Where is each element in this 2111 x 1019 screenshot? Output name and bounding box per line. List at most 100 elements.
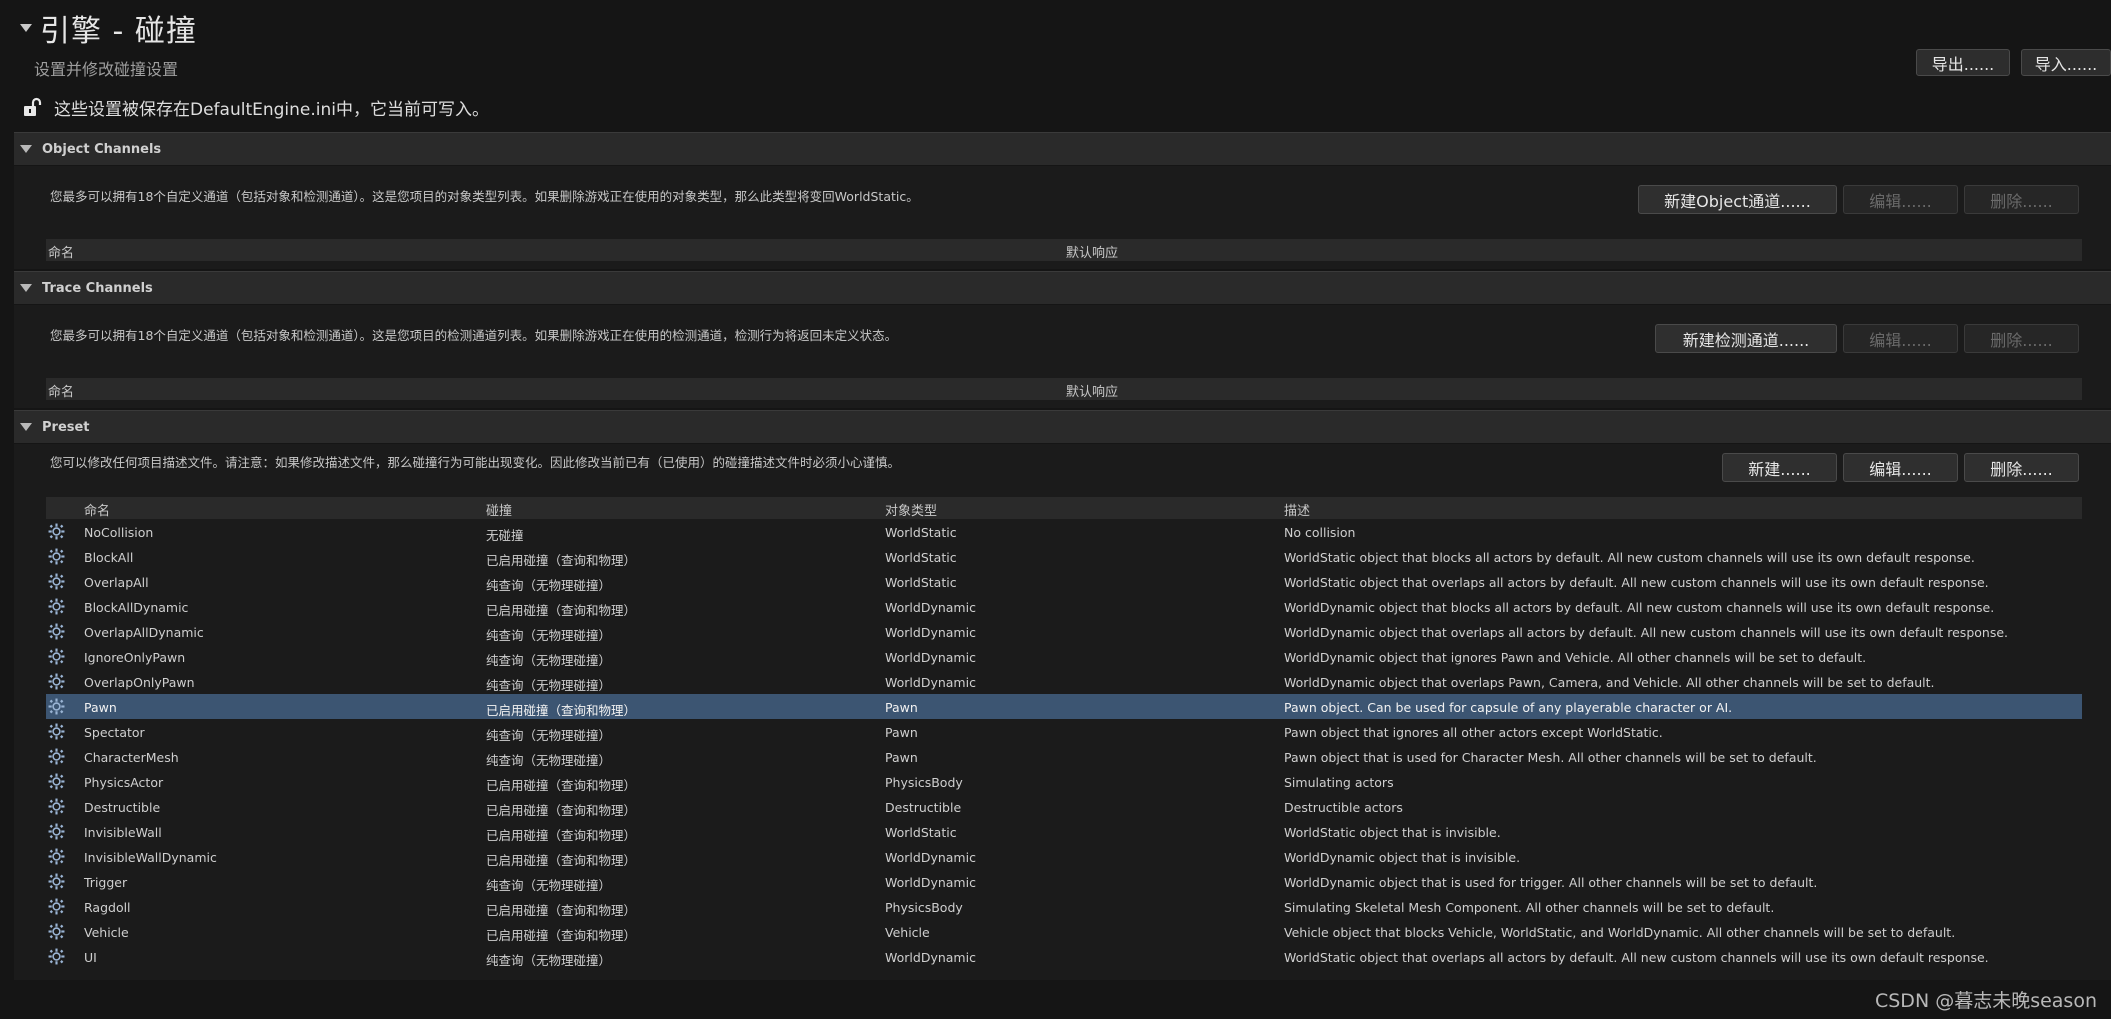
collision-preset-icon [48, 773, 65, 790]
preset-collision-cell: 纯查询（无物理碰撞） [486, 728, 612, 743]
preset-name-cell: InvisibleWallDynamic [84, 850, 217, 865]
table-row[interactable]: IgnoreOnlyPawn 纯查询（无物理碰撞） WorldDynamic Worl… [46, 644, 2082, 669]
preset-description-cell: No collision [1284, 525, 1356, 540]
table-row[interactable]: UI 纯查询（无物理碰撞） WorldDynamic WorldStatic obje… [46, 944, 2082, 969]
preset-object-type-cell: WorldDynamic [885, 950, 976, 965]
preset-collision-cell: 已启用碰撞（查询和物理） [486, 778, 637, 793]
preset-name-cell: UI [84, 950, 97, 965]
collision-preset-icon [48, 523, 65, 540]
preset-object-type-cell: WorldDynamic [885, 875, 976, 890]
preset-description-cell: WorldDynamic object that overlaps Pawn, … [1284, 675, 1935, 690]
column-object-type[interactable]: 对象类型 [885, 500, 937, 519]
table-row[interactable]: BlockAll 已启用碰撞（查询和物理） WorldStatic WorldStat… [46, 544, 2082, 569]
column-name[interactable]: 命名 [48, 242, 74, 261]
collision-preset-icon [48, 748, 65, 765]
collapse-arrow-icon[interactable] [20, 24, 32, 32]
column-name[interactable]: 命名 [48, 381, 74, 400]
table-row[interactable]: Ragdoll 已启用碰撞（查询和物理） PhysicsBody Simulating… [46, 894, 2082, 919]
preset-table-header: 命名 碰撞 对象类型 描述 [46, 497, 2082, 519]
table-row[interactable]: OverlapOnlyPawn 纯查询（无物理碰撞） WorldDynamic Wor… [46, 669, 2082, 694]
preset-description-cell: Vehicle object that blocks Vehicle, Worl… [1284, 925, 1956, 940]
preset-name-cell: Destructible [84, 800, 161, 815]
preset-collision-cell: 纯查询（无物理碰撞） [486, 878, 612, 893]
table-row[interactable]: Vehicle 已启用碰撞（查询和物理） Vehicle Vehicle object… [46, 919, 2082, 944]
preset-collision-cell: 纯查询（无物理碰撞） [486, 578, 612, 593]
preset-name-cell: Vehicle [84, 925, 129, 940]
collision-preset-icon [48, 923, 65, 940]
table-row[interactable]: Pawn 已启用碰撞（查询和物理） Pawn Pawn object. Can be … [46, 694, 2082, 719]
preset-description-cell: WorldStatic object that is invisible. [1284, 825, 1501, 840]
preset-description-cell: Pawn object. Can be used for capsule of … [1284, 700, 1733, 715]
table-row[interactable]: BlockAllDynamic 已启用碰撞（查询和物理） WorldDynamic W… [46, 594, 2082, 619]
preset-collision-cell: 已启用碰撞（查询和物理） [486, 603, 637, 618]
preset-object-type-cell: WorldStatic [885, 550, 957, 565]
collapse-arrow-icon[interactable] [20, 284, 32, 292]
section-title: Trace Channels [42, 280, 153, 296]
column-name[interactable]: 命名 [84, 500, 110, 519]
preset-collision-cell: 已启用碰撞（查询和物理） [486, 853, 637, 868]
export-button[interactable]: 导出...... [1916, 49, 2010, 76]
collision-preset-icon [48, 623, 65, 640]
edit-preset-button[interactable]: 编辑...... [1843, 453, 1958, 482]
collision-preset-icon [48, 673, 65, 690]
collision-preset-icon [48, 573, 65, 590]
table-row[interactable]: OverlapAllDynamic 纯查询（无物理碰撞） WorldDynamic W… [46, 619, 2082, 644]
table-row[interactable]: CharacterMesh 纯查询（无物理碰撞） Pawn Pawn object t… [46, 744, 2082, 769]
edit-trace-channel-button[interactable]: 编辑...... [1843, 324, 1958, 353]
table-row[interactable]: PhysicsActor 已启用碰撞（查询和物理） PhysicsBody Simul… [46, 769, 2082, 794]
column-default-response[interactable]: 默认响应 [1066, 381, 1118, 400]
collision-preset-icon [48, 848, 65, 865]
collision-preset-icon [48, 798, 65, 815]
preset-name-cell: BlockAllDynamic [84, 600, 189, 615]
preset-collision-cell: 已启用碰撞（查询和物理） [486, 703, 637, 718]
preset-object-type-cell: WorldDynamic [885, 650, 976, 665]
table-row[interactable]: OverlapAll 纯查询（无物理碰撞） WorldStatic WorldStat… [46, 569, 2082, 594]
column-collision[interactable]: 碰撞 [486, 500, 512, 519]
preset-name-cell: OverlapAll [84, 575, 149, 590]
preset-description-cell: WorldDynamic object that ignores Pawn an… [1284, 650, 1867, 665]
column-default-response[interactable]: 默认响应 [1066, 242, 1118, 261]
preset-description-cell: WorldDynamic object that is used for tri… [1284, 875, 1818, 890]
section-header-preset[interactable]: Preset [14, 410, 2111, 443]
preset-collision-cell: 已启用碰撞（查询和物理） [486, 803, 637, 818]
table-row[interactable]: Trigger 纯查询（无物理碰撞） WorldDynamic WorldDynami… [46, 869, 2082, 894]
preset-collision-cell: 已启用碰撞（查询和物理） [486, 553, 637, 568]
preset-name-cell: BlockAll [84, 550, 134, 565]
collapse-arrow-icon[interactable] [20, 423, 32, 431]
collision-preset-icon [48, 648, 65, 665]
delete-preset-button[interactable]: 删除...... [1964, 453, 2079, 482]
preset-object-type-cell: WorldDynamic [885, 675, 976, 690]
import-button[interactable]: 导入...... [2021, 49, 2111, 76]
preset-object-type-cell: WorldDynamic [885, 600, 976, 615]
preset-object-type-cell: WorldStatic [885, 525, 957, 540]
trace-channels-description: 您最多可以拥有18个自定义通道（包括对象和检测通道）。这是您项目的检测通道列表。… [50, 328, 898, 343]
preset-description-cell: Pawn object that ignores all other actor… [1284, 725, 1663, 740]
table-row[interactable]: InvisibleWallDynamic 已启用碰撞（查询和物理） WorldDyn… [46, 844, 2082, 869]
delete-object-channel-button[interactable]: 删除...... [1964, 185, 2079, 214]
preset-description-cell: WorldStatic object that overlaps all act… [1284, 950, 1989, 965]
preset-collision-cell: 无碰撞 [486, 528, 524, 543]
config-notice-text: 这些设置被保存在DefaultEngine.ini中，它当前可写入。 [54, 99, 490, 120]
preset-name-cell: OverlapOnlyPawn [84, 675, 195, 690]
edit-object-channel-button[interactable]: 编辑...... [1843, 185, 1958, 214]
collapse-arrow-icon[interactable] [20, 145, 32, 153]
section-title: Preset [42, 419, 90, 435]
table-row[interactable]: Spectator 纯查询（无物理碰撞） Pawn Pawn object that … [46, 719, 2082, 744]
preset-object-type-cell: PhysicsBody [885, 900, 963, 915]
new-object-channel-button[interactable]: 新建Object通道...... [1638, 185, 1837, 214]
delete-trace-channel-button[interactable]: 删除...... [1964, 324, 2079, 353]
preset-name-cell: Spectator [84, 725, 145, 740]
trace-channels-table-header: 命名 默认响应 [46, 378, 2082, 400]
collision-preset-icon [48, 898, 65, 915]
section-header-object-channels[interactable]: Object Channels [14, 132, 2111, 165]
new-preset-button[interactable]: 新建...... [1722, 453, 1837, 482]
table-row[interactable]: NoCollision 无碰撞 WorldStatic No collision [46, 519, 2082, 544]
table-row[interactable]: InvisibleWall 已启用碰撞（查询和物理） WorldStatic Worl… [46, 819, 2082, 844]
section-header-trace-channels[interactable]: Trace Channels [14, 271, 2111, 304]
table-row[interactable]: Destructible 已启用碰撞（查询和物理） Destructible Dest… [46, 794, 2082, 819]
collision-preset-icon [48, 723, 65, 740]
unlock-icon [24, 97, 42, 116]
column-description[interactable]: 描述 [1284, 500, 1310, 519]
new-trace-channel-button[interactable]: 新建检测通道...... [1655, 324, 1837, 353]
preset-name-cell: Ragdoll [84, 900, 131, 915]
